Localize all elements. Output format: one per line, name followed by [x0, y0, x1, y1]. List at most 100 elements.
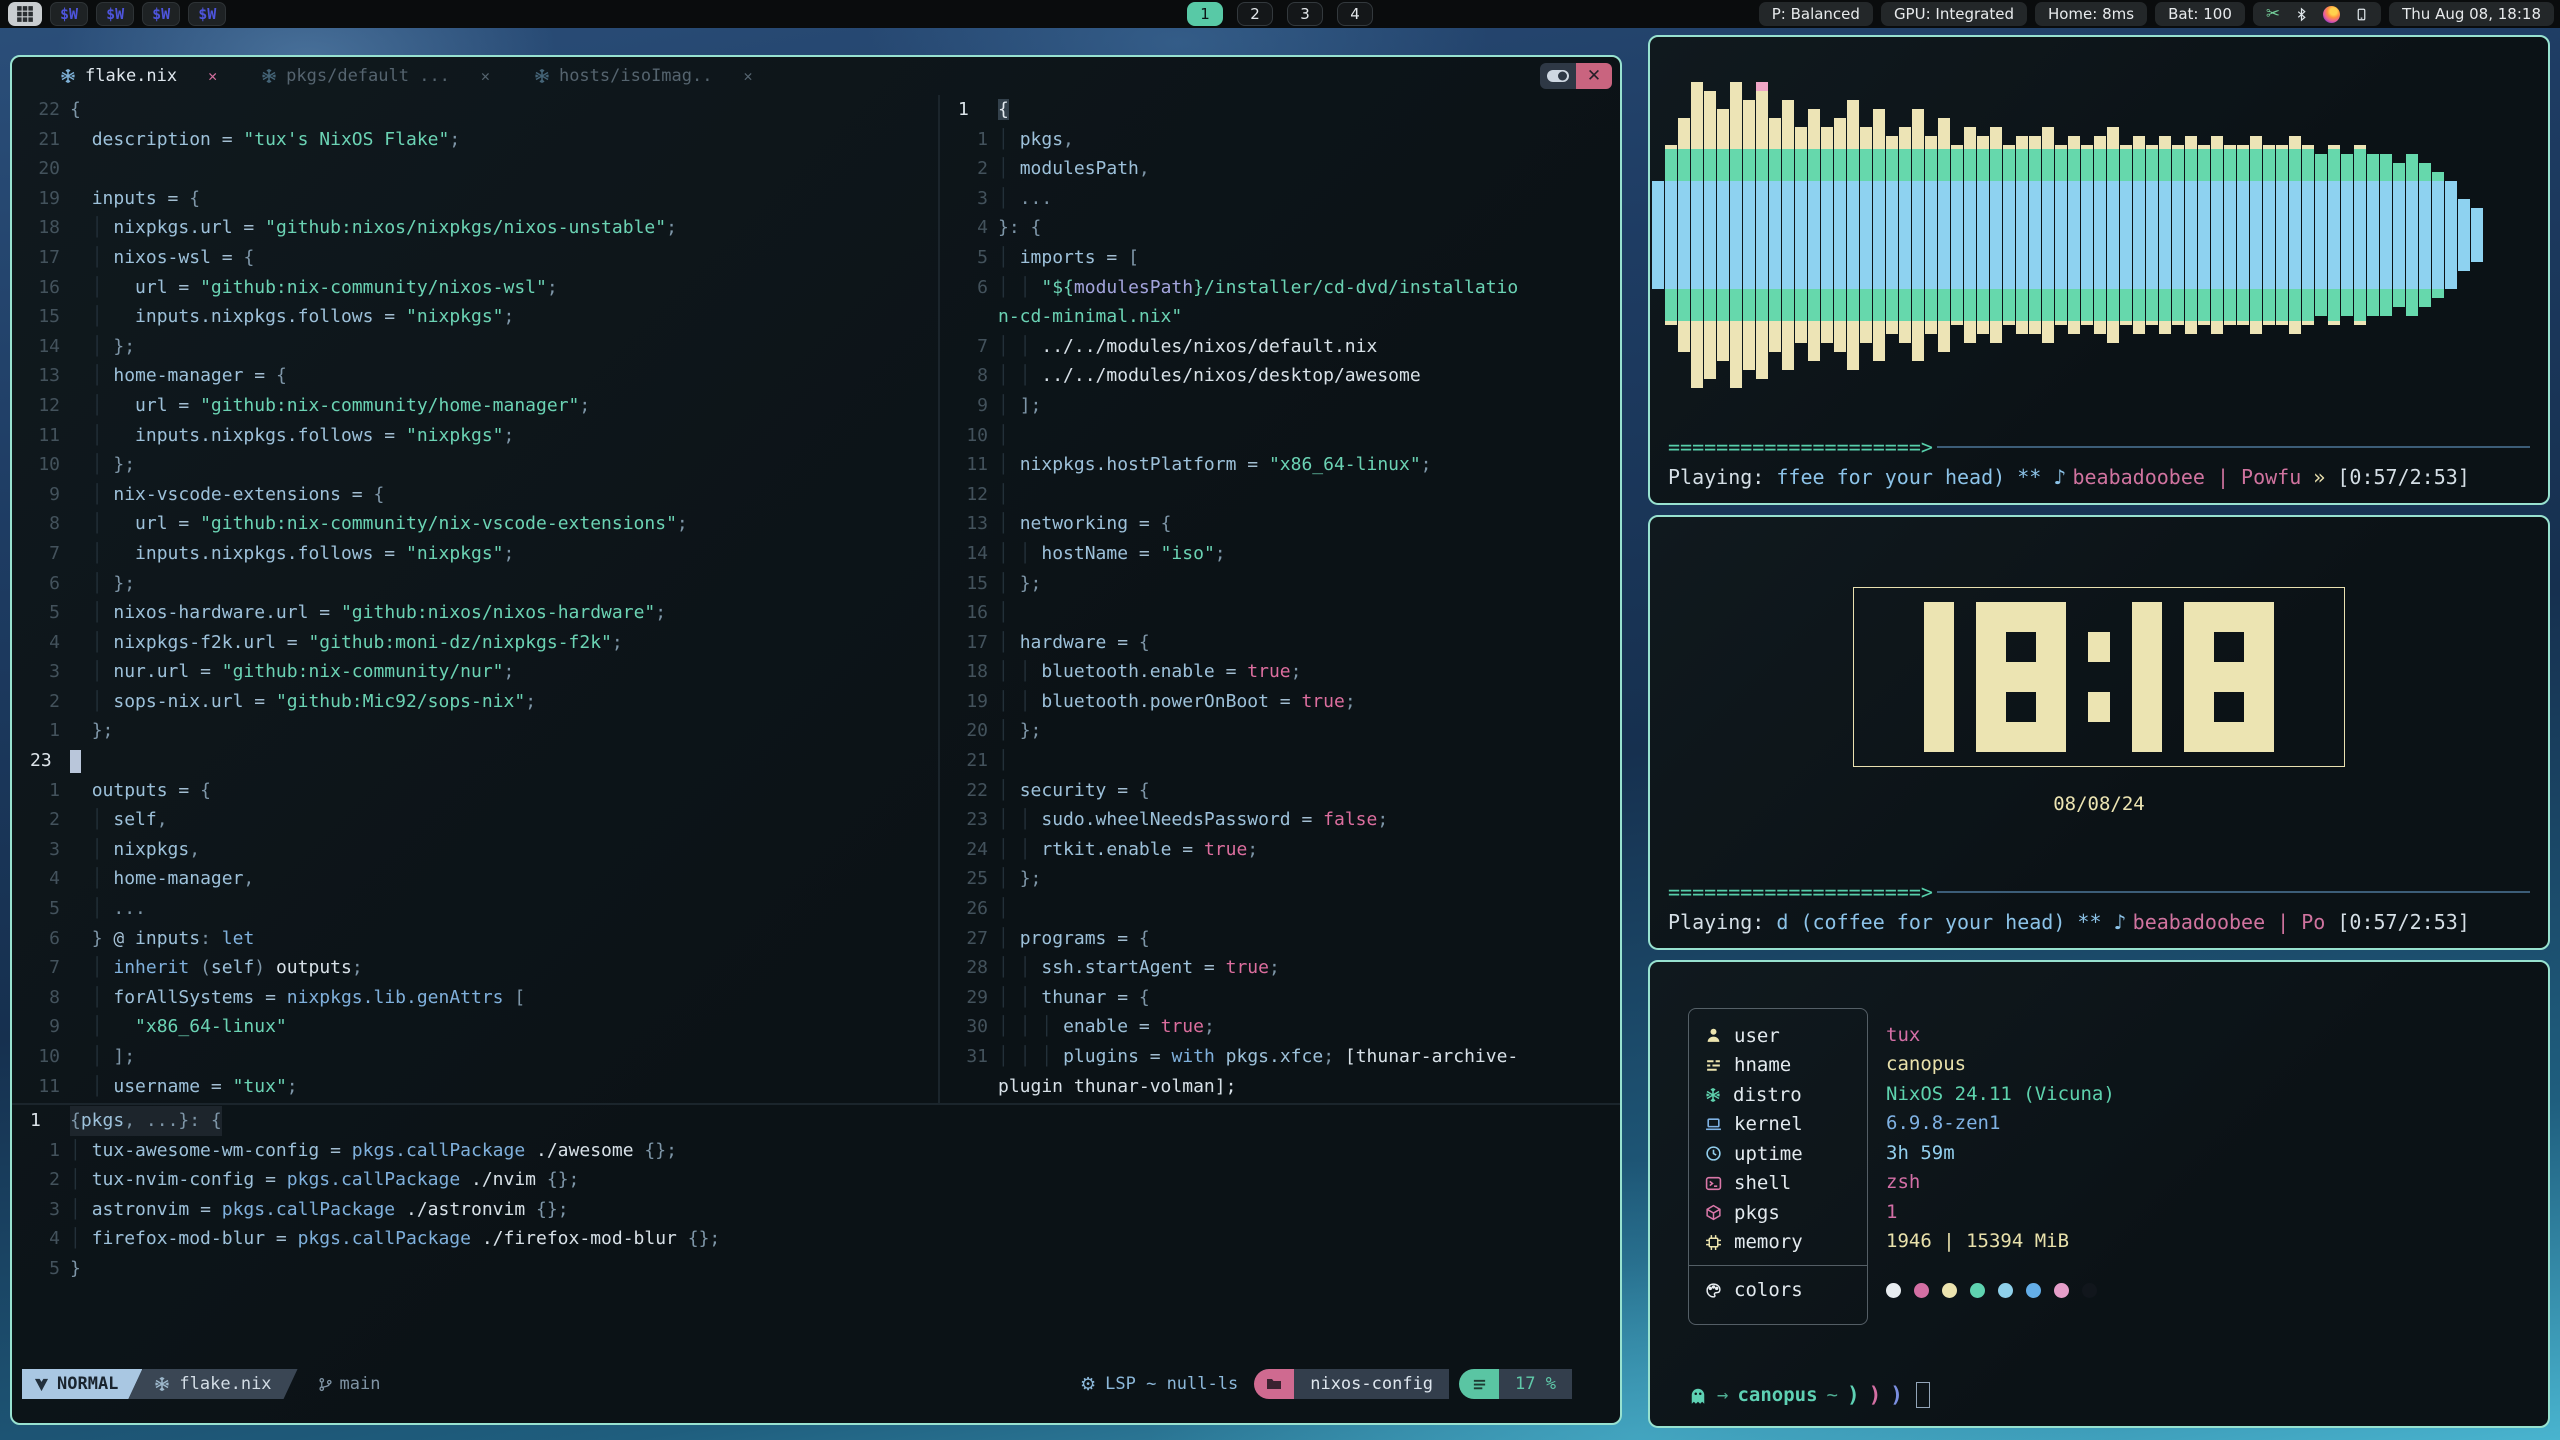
- fetch-value-kernel: 6.9.8-zen1: [1886, 1109, 2115, 1139]
- kernel-icon: [1705, 1116, 1722, 1133]
- fetch-value-memory: 1946 | 15394 MiB: [1886, 1227, 2115, 1257]
- fetch-terminal-window[interactable]: userhnamedistrokerneluptimeshellpkgsmemo…: [1648, 960, 2550, 1428]
- phone-icon[interactable]: [2355, 6, 2368, 23]
- code-line: plugin thunar-volman];: [940, 1072, 1618, 1102]
- code-line: 30│ │ │ enable = true;: [940, 1012, 1618, 1042]
- clock-digit: [2132, 602, 2162, 752]
- code-line: 4│ firefox-mod-blur = pkgs.callPackage .…: [12, 1224, 1618, 1254]
- code-line: 2 │ sops-nix.url = "github:Mic92/sops-ni…: [12, 687, 938, 717]
- code-line: 1{pkgs, ...}: {: [12, 1106, 1618, 1136]
- tab-close-icon[interactable]: ✕: [481, 67, 490, 85]
- code-line: 6│ │ "${modulesPath}/installer/cd-dvd/in…: [940, 273, 1618, 303]
- fetch-value-pkgs: 1: [1886, 1197, 2115, 1227]
- clock-window[interactable]: 08/08/24 =====================> Playing:…: [1648, 515, 2550, 950]
- code-line: 22{: [12, 95, 938, 125]
- clock-digit: [2088, 602, 2110, 752]
- shell-prompt[interactable]: →canopus~))): [1688, 1382, 1930, 1408]
- clock-chip[interactable]: Thu Aug 08, 18:18: [2389, 2, 2554, 26]
- code-line: 9│ ];: [940, 391, 1618, 421]
- code-line: 18│ │ bluetooth.enable = true;: [940, 657, 1618, 687]
- editor-pane-flake[interactable]: 22{21 description = "tux's NixOS Flake";…: [12, 95, 938, 1103]
- code-line: 19│ │ bluetooth.powerOnBoot = true;: [940, 687, 1618, 717]
- desktop: { "topbar": { "launcher_icon": "grid", "…: [0, 0, 2560, 1440]
- status-chip[interactable]: GPU: Integrated: [1881, 2, 2027, 26]
- pane-separator-vertical[interactable]: [938, 95, 940, 1103]
- grid-icon: [16, 5, 34, 23]
- code-line: 13 │ home-manager = {: [12, 361, 938, 391]
- tab-hosts-isoImag-[interactable]: hosts/isoImag..✕: [534, 66, 753, 86]
- code-line: 10 │ };: [12, 450, 938, 480]
- code-line: 1│ pkgs,: [940, 125, 1618, 155]
- tag-button-4[interactable]: 4: [1337, 2, 1373, 26]
- workspace-chip-4[interactable]: $W: [188, 2, 226, 26]
- code-line: 6 } @ inputs: let: [12, 924, 938, 954]
- fetch-value-uptime: 3h 59m: [1886, 1138, 2115, 1168]
- fetch-row-pkgs: pkgs: [1689, 1198, 1867, 1228]
- workspace-chip-1[interactable]: $W: [50, 2, 88, 26]
- vim-icon: [34, 1377, 49, 1392]
- code-line: 1 };: [12, 716, 938, 746]
- editor-window: flake.nix✕pkgs/default ...✕hosts/isoImag…: [10, 55, 1622, 1425]
- nix-snowflake-icon: [60, 68, 76, 84]
- topbar-left: $W $W $W $W: [0, 2, 226, 26]
- code-line: 13│ networking = {: [940, 509, 1618, 539]
- code-line: 3 │ nixpkgs,: [12, 835, 938, 865]
- code-line: 20│ };: [940, 716, 1618, 746]
- code-line: 28│ │ ssh.startAgent = true;: [940, 953, 1618, 983]
- fetch-row-shell: shell: [1689, 1169, 1867, 1199]
- bluetooth-icon[interactable]: [2295, 6, 2308, 23]
- color-dot: [1970, 1283, 1985, 1298]
- tab-pkgs-default-[interactable]: pkgs/default ...✕: [261, 66, 490, 86]
- nix-snowflake-icon: [154, 1376, 170, 1392]
- status-chip[interactable]: P: Balanced: [1759, 2, 1873, 26]
- code-line: 8 │ forAllSystems = nixpkgs.lib.genAttrs…: [12, 983, 938, 1013]
- branch-icon: [318, 1377, 333, 1392]
- fetch-value-shell: zsh: [1886, 1168, 2115, 1198]
- scissors-icon[interactable]: ✂: [2266, 4, 2280, 24]
- statusline: NORMAL flake.nix main ⚙ LSP ~ null-ls ni…: [22, 1369, 1572, 1399]
- editor-pane-iso[interactable]: 1{1│ pkgs,2│ modulesPath,3│ ...4}: {5│ i…: [940, 95, 1618, 1103]
- launcher-button[interactable]: [8, 2, 42, 26]
- lines-icon: [1459, 1369, 1499, 1399]
- ghost-icon: [1688, 1385, 1708, 1405]
- code-line: 16│: [940, 598, 1618, 628]
- code-line: 15 │ inputs.nixpkgs.follows = "nixpkgs";: [12, 302, 938, 332]
- workspace-chip-3[interactable]: $W: [142, 2, 180, 26]
- code-line: 24│ │ rtkit.enable = true;: [940, 835, 1618, 865]
- tag-button-2[interactable]: 2: [1237, 2, 1273, 26]
- clock-digit: [1976, 602, 2066, 752]
- workspace-chip-2[interactable]: $W: [96, 2, 134, 26]
- firefox-icon[interactable]: [2323, 6, 2340, 23]
- tab-close-icon[interactable]: ✕: [743, 67, 752, 85]
- window-close-button[interactable]: ✕: [1576, 63, 1612, 89]
- pane-separator-horizontal[interactable]: [12, 1103, 1620, 1105]
- statusline-file: flake.nix: [128, 1369, 297, 1399]
- visualizer-window[interactable]: =====================> Playing: ffee for…: [1648, 35, 2550, 505]
- tab-flake-nix[interactable]: flake.nix✕: [60, 66, 217, 86]
- tag-button-3[interactable]: 3: [1287, 2, 1323, 26]
- editor-tabbar: flake.nix✕ pkgs/default ...✕ hosts/isoImag…: [12, 57, 1620, 95]
- code-line: 4}: {: [940, 213, 1618, 243]
- status-chip[interactable]: Home: 8ms: [2035, 2, 2147, 26]
- tab-close-icon[interactable]: ✕: [208, 67, 217, 85]
- file-label: flake.nix: [179, 1374, 271, 1394]
- toggle-button[interactable]: [1540, 63, 1576, 89]
- code-line: 19 inputs = {: [12, 184, 938, 214]
- code-line: 11 │ username = "tux";: [12, 1072, 938, 1102]
- code-line: 1│ tux-awesome-wm-config = pkgs.callPack…: [12, 1136, 1618, 1166]
- mode-indicator: NORMAL: [22, 1369, 142, 1399]
- color-dot: [1998, 1283, 2013, 1298]
- system-tray[interactable]: ✂: [2253, 2, 2381, 26]
- color-dot: [1942, 1283, 1957, 1298]
- code-line: 9 │ "x86_64-linux": [12, 1012, 938, 1042]
- prompt-hostname: canopus: [1737, 1384, 1817, 1406]
- tag-button-1[interactable]: 1: [1187, 2, 1223, 26]
- status-chip[interactable]: Bat: 100: [2155, 2, 2245, 26]
- code-line: 26│: [940, 894, 1618, 924]
- editor-pane-pkgs[interactable]: 1{pkgs, ...}: {1│ tux-awesome-wm-config …: [12, 1106, 1618, 1368]
- text-cursor: [70, 750, 81, 773]
- code-line: 6 │ };: [12, 569, 938, 599]
- fetch-row-colors: colors: [1689, 1266, 1867, 1314]
- distro-icon: [1705, 1087, 1721, 1103]
- terminal-cursor: [1916, 1382, 1930, 1408]
